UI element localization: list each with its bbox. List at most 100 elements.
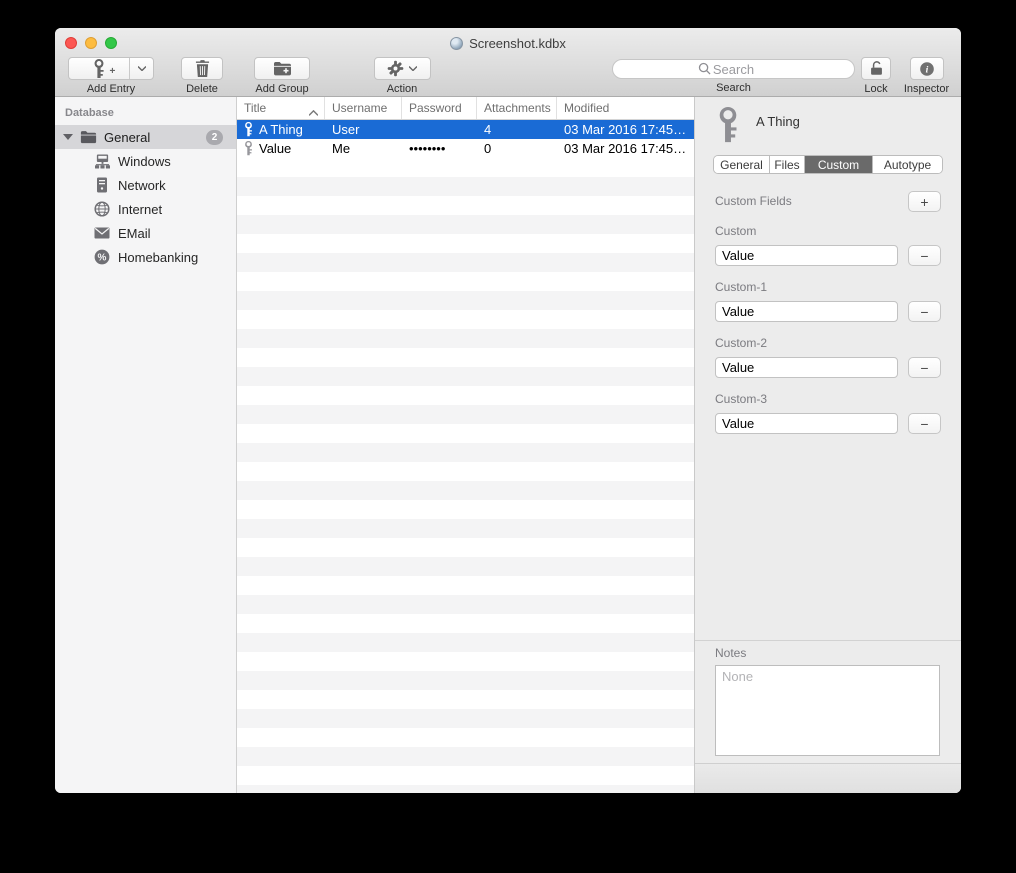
sort-ascending-icon (309, 105, 318, 119)
cell-title: Value (237, 139, 325, 158)
custom-field-input-custom-2[interactable] (715, 357, 898, 378)
table-empty-row (237, 500, 694, 519)
gear-icon (387, 60, 404, 77)
custom-field-label-custom-3: Custom-3 (715, 392, 767, 406)
search-input[interactable] (612, 59, 855, 79)
app-window: Screenshot.kdbx + Add Entry (55, 28, 961, 793)
table-empty-row (237, 785, 694, 793)
key-icon (244, 141, 253, 156)
add-entry-label: Add Entry (87, 83, 135, 95)
add-field-button[interactable]: + (908, 191, 941, 212)
entry-table: TitleUsernamePasswordAttachmentsModified… (237, 97, 695, 793)
sidebar-item-general[interactable]: General 2 (55, 125, 236, 149)
sidebar-item-label: Windows (118, 154, 171, 169)
add-entry-dropdown[interactable] (129, 58, 153, 79)
tab-autotype[interactable]: Autotype (873, 156, 942, 173)
percent-icon: % (93, 249, 111, 265)
window-title: Screenshot.kdbx (469, 36, 566, 51)
add-group-label: Add Group (255, 83, 308, 95)
cell-password: •••••••• (402, 139, 477, 158)
column-header-title[interactable]: Title (237, 97, 325, 119)
sidebar-group-list: Windows NetworkInternetEMail% Homebanking (55, 149, 236, 269)
custom-field-label-custom-2: Custom-2 (715, 336, 767, 350)
lock-open-icon (869, 60, 884, 77)
column-header-modified[interactable]: Modified (557, 97, 694, 119)
sidebar-item-homebanking[interactable]: % Homebanking (55, 245, 236, 269)
table-empty-row (237, 291, 694, 310)
cell-modified: 03 Mar 2016 17:45… (557, 139, 694, 158)
remove-field-button[interactable]: − (908, 357, 941, 378)
column-header-password[interactable]: Password (402, 97, 477, 119)
cell-username: User (325, 120, 402, 139)
sidebar-item-email[interactable]: EMail (55, 221, 236, 245)
info-icon: i (919, 61, 935, 77)
lock-button[interactable] (861, 57, 891, 80)
table-empty-row (237, 234, 694, 253)
trash-icon (195, 60, 210, 77)
table-empty-row (237, 158, 694, 177)
chevron-down-icon (138, 66, 146, 71)
delete-label: Delete (186, 83, 218, 95)
table-empty-row (237, 367, 694, 386)
key-icon (716, 107, 740, 149)
globe-icon (93, 201, 111, 217)
delete-button[interactable] (181, 57, 223, 80)
tab-files[interactable]: Files (770, 156, 805, 173)
sidebar-item-label: General (104, 130, 206, 145)
cell-password (402, 120, 477, 139)
sidebar-item-label: Homebanking (118, 250, 198, 265)
table-empty-row (237, 481, 694, 500)
disclosure-triangle-icon[interactable] (63, 134, 73, 140)
sidebar-item-network[interactable]: Network (55, 173, 236, 197)
svg-text:%: % (98, 253, 107, 264)
tab-general[interactable]: General (714, 156, 770, 173)
table-empty-row (237, 747, 694, 766)
table-empty-row (237, 595, 694, 614)
remove-field-button[interactable]: − (908, 245, 941, 266)
table-empty-row (237, 310, 694, 329)
sidebar-section-header: Database (65, 107, 236, 119)
folder-icon (80, 130, 97, 144)
column-header-attachments[interactable]: Attachments (477, 97, 557, 119)
add-group-button[interactable] (254, 57, 310, 80)
table-empty-row (237, 443, 694, 462)
table-empty-row (237, 652, 694, 671)
table-empty-row (237, 766, 694, 785)
remove-field-button[interactable]: − (908, 301, 941, 322)
notes-textarea[interactable] (715, 665, 940, 756)
group-count-badge: 2 (206, 130, 223, 145)
desktop-background: Screenshot.kdbx + Add Entry (0, 0, 1016, 873)
custom-field-input-custom-3[interactable] (715, 413, 898, 434)
tab-custom[interactable]: Custom (805, 156, 873, 173)
inspector-bottom-bar (695, 763, 961, 793)
table-row-value[interactable]: ValueMe••••••••003 Mar 2016 17:45… (237, 139, 694, 158)
workstation-icon (93, 154, 111, 169)
custom-field-input-custom[interactable] (715, 245, 898, 266)
add-entry-button[interactable]: + (68, 57, 154, 80)
inspector-panel: A Thing GeneralFilesCustomAutotype Custo… (695, 97, 961, 793)
cell-attachments: 0 (477, 139, 557, 158)
table-empty-row (237, 272, 694, 291)
table-empty-row (237, 386, 694, 405)
action-label: Action (387, 83, 418, 95)
table-empty-row (237, 462, 694, 481)
table-empty-row (237, 405, 694, 424)
table-header-row: TitleUsernamePasswordAttachmentsModified (237, 97, 694, 120)
table-row-a-thing[interactable]: A ThingUser403 Mar 2016 17:45… (237, 120, 694, 139)
remove-field-button[interactable]: − (908, 413, 941, 434)
custom-field-input-custom-1[interactable] (715, 301, 898, 322)
cell-username: Me (325, 139, 402, 158)
chevron-down-icon (409, 66, 417, 71)
sidebar-item-internet[interactable]: Internet (55, 197, 236, 221)
custom-fields-label: Custom Fields (715, 194, 792, 208)
action-button[interactable] (374, 57, 431, 80)
envelope-icon (93, 227, 111, 239)
folder-plus-icon (273, 61, 292, 76)
table-empty-row (237, 196, 694, 215)
search-label: Search (716, 82, 751, 94)
column-header-username[interactable]: Username (325, 97, 402, 119)
inspector-button[interactable]: i (910, 57, 944, 80)
table-empty-row (237, 348, 694, 367)
table-empty-row (237, 709, 694, 728)
sidebar-item-windows[interactable]: Windows (55, 149, 236, 173)
